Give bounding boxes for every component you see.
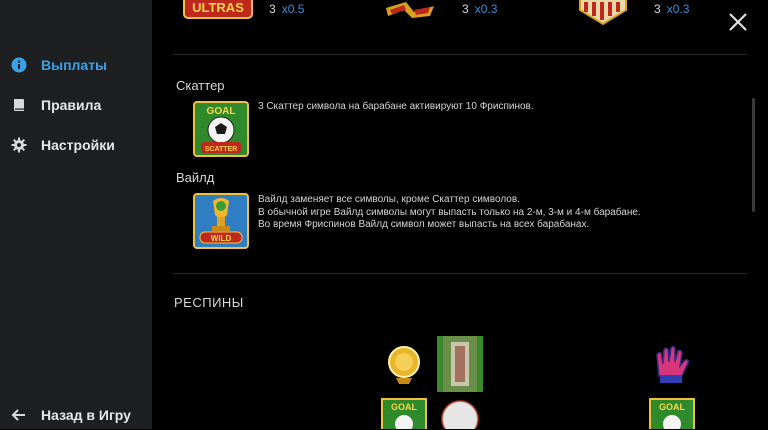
sidebar-item-label: Правила	[41, 97, 102, 113]
gear-icon	[11, 137, 27, 153]
gold-ball-symbol	[381, 342, 427, 388]
back-to-game-button[interactable]: Назад в Игру	[0, 400, 152, 430]
divider	[173, 54, 747, 55]
paytable-entry: 3 x0.5	[269, 2, 304, 16]
sidebar-item-label: Настройки	[41, 137, 115, 153]
close-icon	[729, 13, 747, 31]
ball-symbol	[437, 396, 483, 429]
ultras-symbol: ULTRAS	[182, 0, 254, 20]
scatter-tile-top: GOAL	[207, 106, 236, 117]
pay-multiplier: x0.5	[281, 2, 305, 16]
blurred-ball-symbol	[437, 336, 483, 392]
pay-count: 3	[269, 2, 276, 16]
scatter-symbol: GOAL SCATTER	[193, 101, 249, 157]
pay-multiplier: x0.3	[474, 2, 498, 16]
sidebar: Выплаты Правила Настройки Назад в Игру	[0, 0, 152, 429]
wild-description-line: Во время Фриспинов Вайлд символ может вы…	[258, 219, 590, 230]
scatter-tile-bottom: SCATTER	[205, 146, 238, 153]
ultras-symbol-text: ULTRAS	[192, 0, 244, 15]
wild-title: Вайлд	[176, 170, 215, 185]
respins-title: РЕСПИНЫ	[174, 295, 244, 310]
goal-symbol: GOAL	[649, 398, 695, 429]
pennant-symbol	[576, 0, 630, 26]
arrow-left-icon	[11, 407, 27, 423]
goal-symbol-label: GOAL	[659, 402, 686, 412]
wild-symbol: WILD	[193, 193, 249, 249]
wild-description-line: В обычной игре Вайлд символы могут выпас…	[258, 206, 641, 218]
sidebar-item-rules[interactable]: Правила	[0, 90, 152, 120]
wild-tile-label: WILD	[211, 234, 232, 243]
scatter-title: Скаттер	[176, 78, 225, 93]
scatter-description: 3 Скаттер символа на барабане активируют…	[258, 101, 534, 112]
sidebar-item-payouts[interactable]: Выплаты	[0, 50, 152, 80]
pay-count: 3	[654, 2, 661, 16]
close-button[interactable]	[726, 10, 750, 34]
goal-symbol-label: GOAL	[391, 402, 418, 412]
paytable-entry: 3 x0.3	[654, 2, 689, 16]
sidebar-item-settings[interactable]: Настройки	[0, 130, 152, 160]
scarf-symbol	[384, 0, 436, 20]
goal-symbol: GOAL	[381, 398, 427, 429]
back-label: Назад в Игру	[41, 407, 131, 423]
pay-multiplier: x0.3	[666, 2, 690, 16]
paytable-panel[interactable]: ULTRAS 3 x0.5 3 x0.3 3 x0.3 Скаттер GOAL…	[152, 0, 768, 429]
book-icon	[11, 97, 27, 113]
paytable-entry: 3 x0.3	[462, 2, 497, 16]
divider	[173, 273, 747, 274]
pay-count: 3	[462, 2, 469, 16]
wild-description-line: Вайлд заменяет все символы, кроме Скатте…	[258, 194, 520, 205]
goalkeeper-glove-symbol	[649, 342, 695, 388]
wild-description: Вайлд заменяет все символы, кроме Скатте…	[258, 194, 641, 232]
scrollbar[interactable]	[752, 98, 755, 212]
sidebar-item-label: Выплаты	[41, 57, 108, 73]
info-icon	[11, 57, 27, 73]
